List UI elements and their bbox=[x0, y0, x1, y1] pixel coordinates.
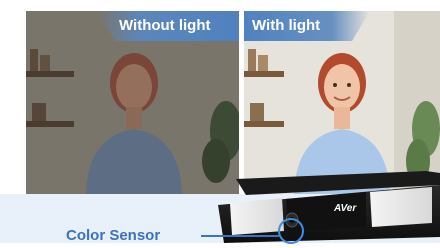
color-sensor-highlight bbox=[278, 218, 304, 244]
brand-logo: AVer bbox=[334, 203, 357, 214]
webcam-device: AVer bbox=[216, 165, 440, 243]
callout-line bbox=[201, 235, 279, 237]
with-light-label: With light bbox=[244, 11, 370, 41]
color-sensor-label: Color Sensor bbox=[66, 227, 161, 244]
without-light-label: Without light bbox=[97, 11, 239, 41]
